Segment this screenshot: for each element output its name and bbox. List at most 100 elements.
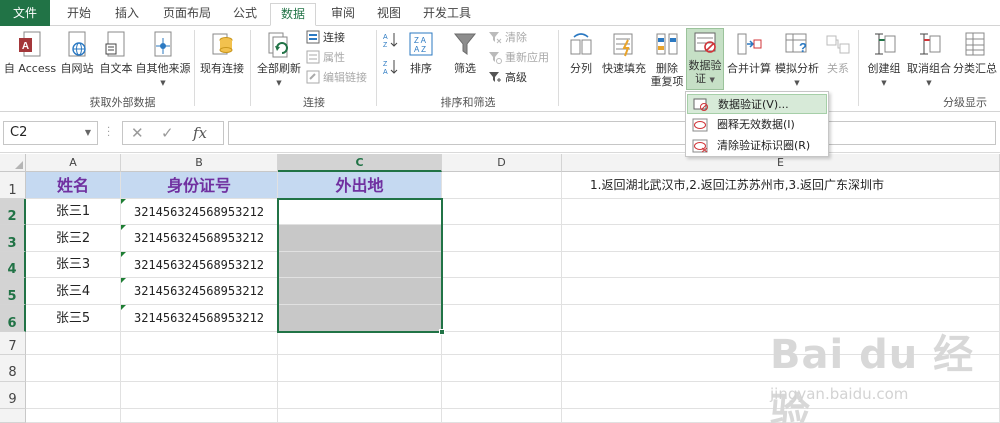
insert-function-button[interactable]: fx xyxy=(193,122,207,144)
row-header-6[interactable]: 6 xyxy=(0,305,26,332)
column-header-a[interactable]: A xyxy=(26,154,121,172)
menu-item-clear-circles[interactable]: 清除验证标识圈(R) xyxy=(687,136,827,156)
row-header-2[interactable]: 2 xyxy=(0,199,26,225)
column-header-b[interactable]: B xyxy=(121,154,278,172)
sort-descending-button[interactable]: Z A xyxy=(382,58,401,76)
tab-view[interactable]: 视图 xyxy=(368,3,410,26)
cell-a4[interactable]: 张三3 xyxy=(26,252,121,278)
cell-c1[interactable]: 外出地 xyxy=(278,172,442,199)
edit-links-button[interactable]: 编辑链接 xyxy=(306,69,367,87)
cell-b10[interactable] xyxy=(121,409,278,423)
cell-e1[interactable]: 1.返回湖北武汉市,2.返回江苏苏州市,3.返回广东深圳市 xyxy=(562,172,1000,199)
cell-a7[interactable] xyxy=(26,332,121,355)
clear-filter-button[interactable]: 清除 xyxy=(488,29,527,47)
cell-b6[interactable]: 321456324568953212 xyxy=(121,305,278,332)
menu-item-circle-invalid[interactable]: 圈释无效数据(I) xyxy=(687,115,827,135)
resize-handle-icon[interactable]: · · · xyxy=(107,124,110,142)
cell-d4[interactable] xyxy=(442,252,562,278)
text-to-columns-button[interactable]: 分列 xyxy=(564,30,598,75)
tab-page-layout[interactable]: 页面布局 xyxy=(155,3,219,26)
cell-b8[interactable] xyxy=(121,355,278,382)
cell-c4[interactable] xyxy=(278,252,442,278)
cell-c3[interactable] xyxy=(278,225,442,252)
cell-b9[interactable] xyxy=(121,382,278,409)
cell-c7[interactable] xyxy=(278,332,442,355)
cell-b3[interactable]: 321456324568953212 xyxy=(121,225,278,252)
cell-c9[interactable] xyxy=(278,382,442,409)
cell-a8[interactable] xyxy=(26,355,121,382)
row-header-5[interactable]: 5 xyxy=(0,278,26,305)
from-web-button[interactable]: 自网站 xyxy=(58,30,96,75)
tab-formulas[interactable]: 公式 xyxy=(224,3,266,26)
cell-d8[interactable] xyxy=(442,355,562,382)
cell-d1[interactable] xyxy=(442,172,562,199)
tab-insert[interactable]: 插入 xyxy=(106,3,148,26)
cell-b7[interactable] xyxy=(121,332,278,355)
row-header-4[interactable]: 4 xyxy=(0,252,26,278)
reapply-button[interactable]: 重新应用 xyxy=(488,49,549,67)
data-validation-button[interactable]: 数据验 证 ▼ xyxy=(686,28,724,90)
cell-a10[interactable] xyxy=(26,409,121,423)
cell-b5[interactable]: 321456324568953212 xyxy=(121,278,278,305)
cell-c2[interactable] xyxy=(278,199,442,225)
cell-b2[interactable]: 321456324568953212 xyxy=(121,199,278,225)
row-header-1[interactable]: 1 xyxy=(0,172,26,199)
cell-a2[interactable]: 张三1 xyxy=(26,199,121,225)
cell-a5[interactable]: 张三4 xyxy=(26,278,121,305)
connections-button[interactable]: 连接 xyxy=(306,29,345,47)
row-header-7[interactable]: 7 xyxy=(0,332,26,355)
select-all-button[interactable] xyxy=(0,154,26,172)
group-button[interactable]: 创建组 ▼ xyxy=(862,30,906,90)
cell-c10[interactable] xyxy=(278,409,442,423)
cell-e3[interactable] xyxy=(562,225,1000,252)
tab-review[interactable]: 审阅 xyxy=(322,3,364,26)
cancel-icon[interactable]: ✕ xyxy=(131,122,144,144)
refresh-all-button[interactable]: 全部刷新 ▼ xyxy=(254,30,304,90)
tab-developer[interactable]: 开发工具 xyxy=(415,3,479,26)
what-if-analysis-button[interactable]: ? 模拟分析 ▼ xyxy=(774,30,820,90)
row-header-9[interactable]: 9 xyxy=(0,382,26,409)
cell-a3[interactable]: 张三2 xyxy=(26,225,121,252)
cell-b4[interactable]: 321456324568953212 xyxy=(121,252,278,278)
from-access-button[interactable]: A 自 Access xyxy=(2,30,58,75)
tab-file[interactable]: 文件 xyxy=(0,0,50,26)
cell-c5[interactable] xyxy=(278,278,442,305)
filter-button[interactable]: 筛选 xyxy=(446,30,484,75)
row-header-3[interactable]: 3 xyxy=(0,225,26,252)
cell-a6[interactable]: 张三5 xyxy=(26,305,121,332)
cell-d5[interactable] xyxy=(442,278,562,305)
row-header-8[interactable]: 8 xyxy=(0,355,26,382)
cell-e5[interactable] xyxy=(562,278,1000,305)
column-header-c[interactable]: C xyxy=(278,154,442,172)
sort-button[interactable]: Z A A Z 排序 xyxy=(404,30,438,75)
menu-item-data-validation[interactable]: 数据验证(V)... xyxy=(687,94,827,114)
ungroup-button[interactable]: 取消组合 ▼ xyxy=(906,30,952,90)
cell-d2[interactable] xyxy=(442,199,562,225)
confirm-icon[interactable]: ✓ xyxy=(161,122,174,144)
cell-c8[interactable] xyxy=(278,355,442,382)
name-box[interactable]: C2 ▼ xyxy=(3,121,98,145)
remove-duplicates-button[interactable]: 删除 重复项 xyxy=(650,30,684,88)
properties-button[interactable]: 属性 xyxy=(306,49,345,67)
tab-home[interactable]: 开始 xyxy=(58,3,100,26)
cell-b1[interactable]: 身份证号 xyxy=(121,172,278,199)
flash-fill-button[interactable]: 快速填充 xyxy=(600,30,648,75)
cell-d6[interactable] xyxy=(442,305,562,332)
cell-a1[interactable]: 姓名 xyxy=(26,172,121,199)
formula-input[interactable] xyxy=(228,121,996,145)
cell-a9[interactable] xyxy=(26,382,121,409)
tab-data[interactable]: 数据 xyxy=(270,3,316,26)
cell-e2[interactable] xyxy=(562,199,1000,225)
row-header-10[interactable] xyxy=(0,409,26,423)
column-header-d[interactable]: D xyxy=(442,154,562,172)
cell-d3[interactable] xyxy=(442,225,562,252)
sort-ascending-button[interactable]: A Z xyxy=(382,31,401,49)
cell-e4[interactable] xyxy=(562,252,1000,278)
advanced-filter-button[interactable]: 高级 xyxy=(488,69,527,87)
consolidate-button[interactable]: 合并计算 xyxy=(726,30,772,75)
cell-d7[interactable] xyxy=(442,332,562,355)
chevron-down-icon[interactable]: ▼ xyxy=(85,122,91,144)
cell-d10[interactable] xyxy=(442,409,562,423)
cell-d9[interactable] xyxy=(442,382,562,409)
from-text-button[interactable]: 自文本 xyxy=(97,30,135,75)
